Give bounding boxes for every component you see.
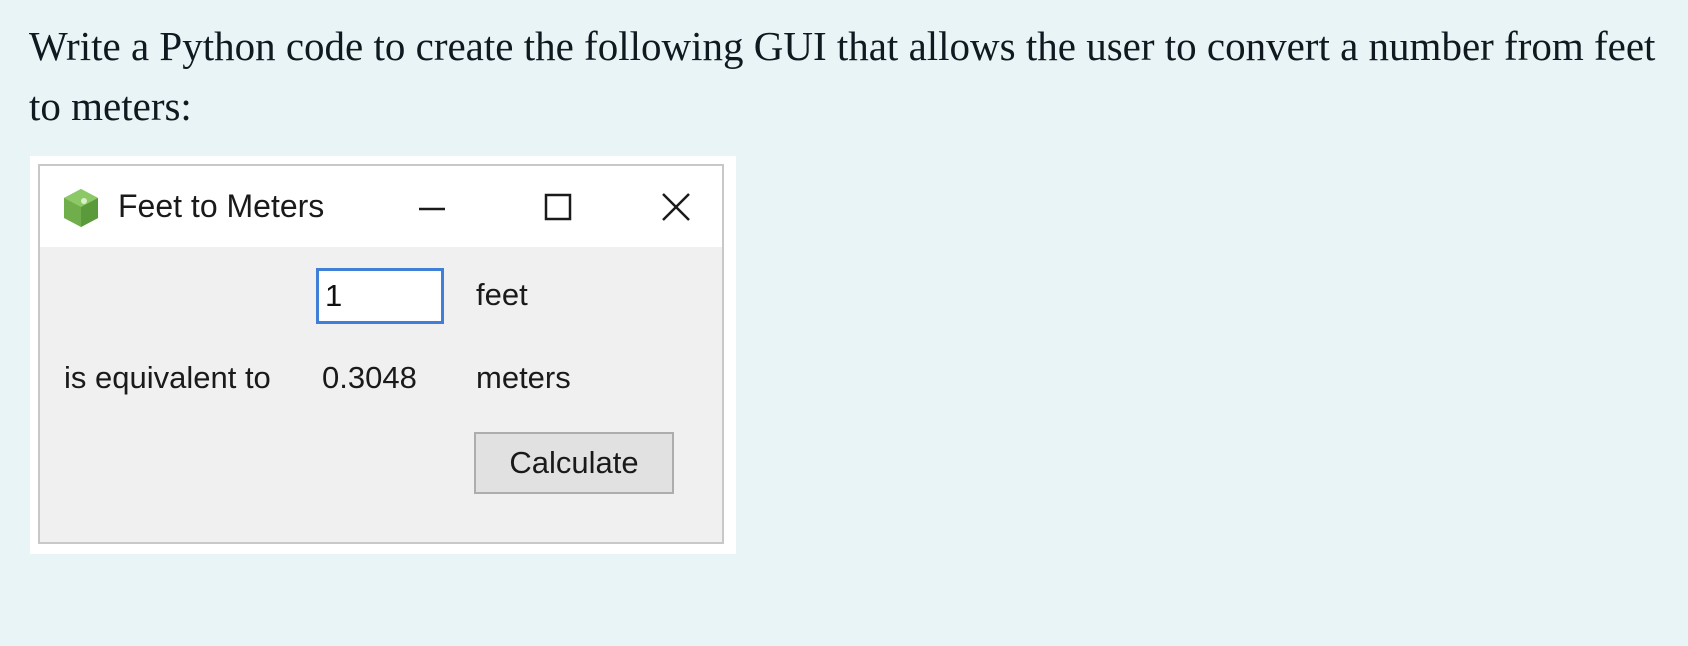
meters-result: 0.3048 <box>322 360 417 395</box>
calculate-button[interactable]: Calculate <box>474 432 674 494</box>
feet-to-meters-window: Feet to Meters feet is equiva <box>38 164 724 544</box>
maximize-button[interactable] <box>530 180 586 234</box>
close-icon <box>662 193 690 221</box>
feet-unit-label: feet <box>476 277 528 312</box>
question-text: Write a Python code to create the follow… <box>29 23 1656 129</box>
meters-unit-label: meters <box>476 360 571 395</box>
minimize-button[interactable] <box>404 180 460 234</box>
maximize-icon <box>544 193 572 221</box>
close-button[interactable] <box>648 180 704 234</box>
minimize-icon <box>419 207 445 211</box>
window-title: Feet to Meters <box>118 188 325 224</box>
title-bar[interactable]: Feet to Meters <box>40 166 722 247</box>
equivalent-label: is equivalent to <box>64 360 271 395</box>
app-icon <box>64 189 98 227</box>
feet-input[interactable] <box>316 268 444 324</box>
window-client-area: feet is equivalent to 0.3048 meters Calc… <box>40 247 722 542</box>
gui-screenshot: Feet to Meters feet is equiva <box>30 156 736 554</box>
